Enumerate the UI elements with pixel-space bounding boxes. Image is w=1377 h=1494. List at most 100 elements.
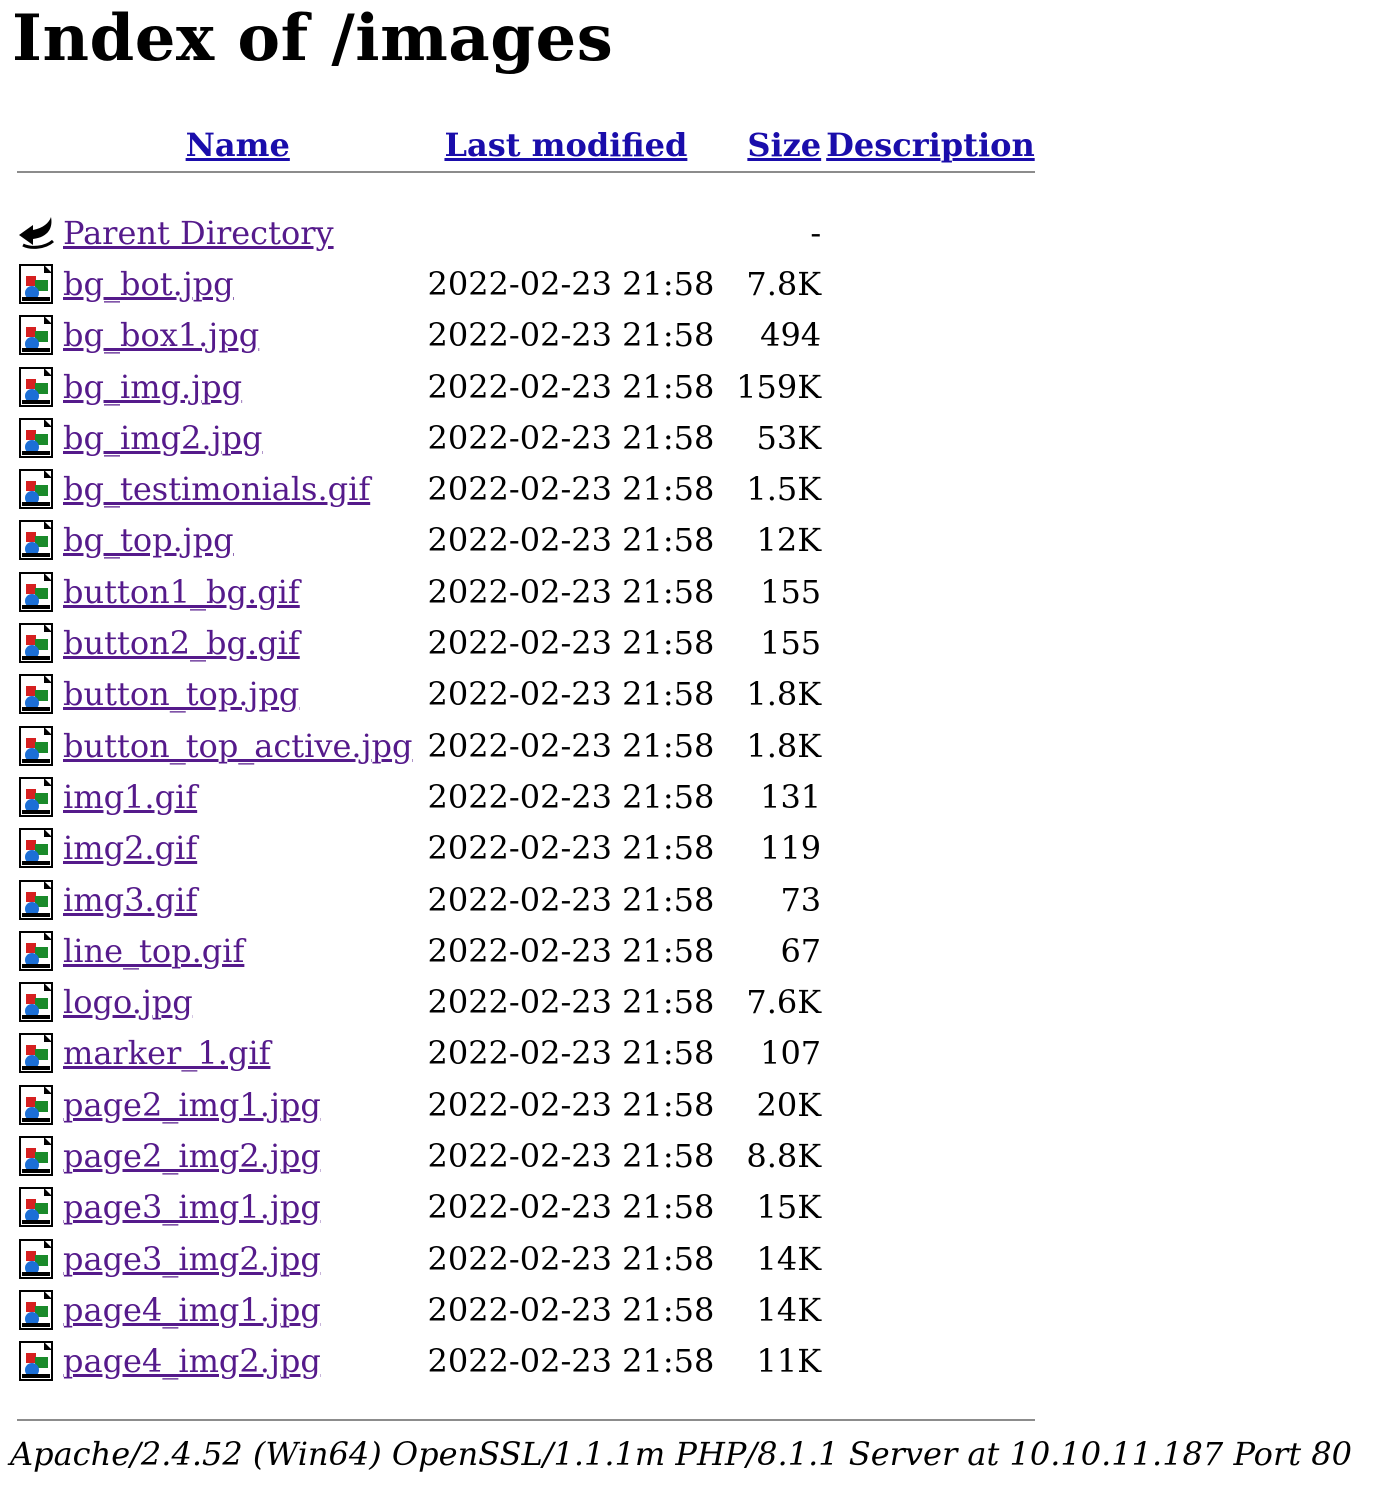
file-link[interactable]: bg_box1.jpg	[63, 316, 259, 354]
file-icon-cell	[17, 1233, 58, 1284]
file-link[interactable]: button1_bg.gif	[63, 573, 300, 611]
file-link[interactable]: bg_img2.jpg	[63, 419, 262, 457]
file-row: img3.gif 2022-02-23 21:58 73	[17, 874, 1035, 925]
file-name-cell: marker_1.gif	[63, 1028, 412, 1079]
file-size: 7.6K	[746, 983, 822, 1022]
file-link[interactable]: page3_img2.jpg	[63, 1240, 321, 1278]
file-name-cell: button_top_active.jpg	[63, 720, 412, 771]
file-modified: 2022-02-23 21:58	[427, 777, 715, 816]
file-row: line_top.gif 2022-02-23 21:58 67	[17, 925, 1035, 976]
file-icon-cell	[17, 1028, 58, 1079]
file-link[interactable]: button_top.jpg	[63, 675, 299, 713]
file-size: 73	[780, 880, 822, 919]
file-size: 14K	[756, 1290, 822, 1329]
file-modified: 2022-02-23 21:58	[427, 316, 715, 355]
sort-by-description-link[interactable]: Description	[826, 126, 1035, 164]
file-name-cell: bg_img2.jpg	[63, 412, 412, 463]
file-description	[826, 1130, 1035, 1181]
file-description	[826, 566, 1035, 617]
footer-separator	[17, 1387, 1035, 1421]
file-modified: 2022-02-23 21:58	[427, 726, 715, 765]
file-description	[826, 515, 1035, 566]
file-size: 12K	[756, 521, 822, 560]
file-name-cell: img2.gif	[63, 823, 412, 874]
file-row: page4_img1.jpg 2022-02-23 21:58 14K	[17, 1284, 1035, 1335]
file-link[interactable]: img3.gif	[63, 881, 197, 919]
sort-by-name-link[interactable]: Name	[186, 126, 290, 164]
file-name-cell: line_top.gif	[63, 925, 412, 976]
sort-by-size-link[interactable]: Size	[747, 126, 821, 164]
horizontal-rule	[17, 171, 1035, 173]
file-link[interactable]: page4_img1.jpg	[63, 1291, 321, 1329]
file-icon-cell	[17, 823, 58, 874]
file-size: 1.5K	[746, 470, 822, 509]
file-row: bg_bot.jpg 2022-02-23 21:58 7.8K	[17, 258, 1035, 309]
file-size: 155	[760, 572, 822, 611]
file-row: bg_testimonials.gif 2022-02-23 21:58 1.5K	[17, 463, 1035, 514]
file-link[interactable]: page2_img1.jpg	[63, 1086, 321, 1124]
file-modified: 2022-02-23 21:58	[427, 470, 715, 509]
file-name-cell: page2_img1.jpg	[63, 1079, 412, 1130]
file-icon-cell	[17, 1079, 58, 1130]
file-name-cell: button2_bg.gif	[63, 617, 412, 668]
file-size: 107	[760, 1034, 822, 1073]
file-link[interactable]: button2_bg.gif	[63, 624, 300, 662]
file-link[interactable]: bg_bot.jpg	[63, 265, 234, 303]
file-link[interactable]: page2_img2.jpg	[63, 1137, 321, 1175]
file-link[interactable]: page4_img2.jpg	[63, 1342, 321, 1380]
file-link[interactable]: img1.gif	[63, 778, 197, 816]
file-icon-cell	[17, 720, 58, 771]
parent-modified-cell	[417, 207, 714, 258]
file-row: bg_box1.jpg 2022-02-23 21:58 494	[17, 310, 1035, 361]
image-file-icon	[17, 930, 58, 971]
file-link[interactable]: bg_img.jpg	[63, 368, 242, 406]
file-link[interactable]: img2.gif	[63, 829, 197, 867]
file-icon-cell	[17, 617, 58, 668]
file-link[interactable]: line_top.gif	[63, 932, 244, 970]
header-size: Size	[719, 121, 821, 168]
parent-size-cell: -	[810, 213, 822, 252]
file-row: marker_1.gif 2022-02-23 21:58 107	[17, 1028, 1035, 1079]
file-link[interactable]: marker_1.gif	[63, 1034, 270, 1072]
file-name-cell: img1.gif	[63, 771, 412, 822]
server-signature: Apache/2.4.52 (Win64) OpenSSL/1.1.1m PHP…	[10, 1435, 1352, 1473]
parent-directory-link[interactable]: Parent Directory	[63, 214, 334, 252]
file-modified: 2022-02-23 21:58	[427, 1188, 715, 1227]
image-file-icon	[17, 776, 58, 817]
file-size: 7.8K	[746, 264, 822, 303]
page-title: Index of /images	[12, 1, 614, 76]
file-row: page4_img2.jpg 2022-02-23 21:58 11K	[17, 1336, 1035, 1387]
image-file-icon	[17, 879, 58, 920]
file-name-cell: bg_box1.jpg	[63, 310, 412, 361]
file-row: bg_top.jpg 2022-02-23 21:58 12K	[17, 515, 1035, 566]
file-modified: 2022-02-23 21:58	[427, 829, 715, 868]
image-file-icon	[17, 571, 58, 612]
parent-directory-row: Parent Directory -	[17, 207, 1035, 258]
file-row: page2_img1.jpg 2022-02-23 21:58 20K	[17, 1079, 1035, 1130]
horizontal-rule	[17, 1418, 1035, 1421]
file-size: 119	[760, 829, 822, 868]
file-link[interactable]: bg_testimonials.gif	[63, 470, 370, 508]
file-row: button_top.jpg 2022-02-23 21:58 1.8K	[17, 669, 1035, 720]
file-link[interactable]: page3_img1.jpg	[63, 1188, 321, 1226]
image-file-icon	[17, 417, 58, 458]
file-icon-cell	[17, 976, 58, 1027]
file-modified: 2022-02-23 21:58	[427, 1034, 715, 1073]
file-modified: 2022-02-23 21:58	[427, 418, 715, 457]
file-name-cell: page3_img1.jpg	[63, 1182, 412, 1233]
image-file-icon	[17, 623, 58, 664]
image-file-icon	[17, 1033, 58, 1074]
header-icon-cell	[17, 121, 58, 168]
file-link[interactable]: button_top_active.jpg	[63, 727, 412, 765]
file-row: logo.jpg 2022-02-23 21:58 7.6K	[17, 976, 1035, 1027]
file-row: button_top_active.jpg 2022-02-23 21:58 1.8…	[17, 720, 1035, 771]
file-name-cell: logo.jpg	[63, 976, 412, 1027]
file-description	[826, 1284, 1035, 1335]
image-file-icon	[17, 469, 58, 510]
image-file-icon	[17, 828, 58, 869]
file-link[interactable]: bg_top.jpg	[63, 521, 234, 559]
file-description	[826, 412, 1035, 463]
file-description	[826, 1028, 1035, 1079]
sort-by-last-modified-link[interactable]: Last modified	[444, 126, 687, 164]
file-link[interactable]: logo.jpg	[63, 983, 193, 1021]
